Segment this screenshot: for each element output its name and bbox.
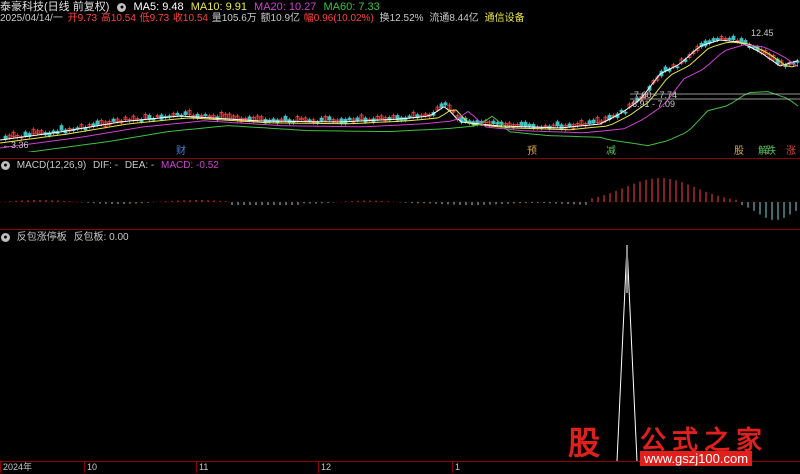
watermark-logo: 股 bbox=[568, 424, 601, 462]
event-marker-reduce[interactable]: 减 bbox=[605, 146, 617, 157]
event-marker-fall[interactable]: 跌 bbox=[765, 146, 777, 157]
candle-body bbox=[307, 119, 312, 122]
candle-body bbox=[363, 117, 368, 123]
candle-body bbox=[675, 66, 680, 69]
moving-average-line bbox=[0, 41, 799, 144]
candle-body bbox=[711, 38, 716, 42]
candle-body bbox=[95, 120, 100, 126]
candle-body bbox=[203, 114, 208, 117]
macd-chart[interactable] bbox=[0, 172, 800, 228]
event-marker-label: 股 bbox=[734, 146, 744, 157]
watermark: 股 公式之家 www.gszj100.com bbox=[560, 418, 798, 470]
macd-dif: DIF: - bbox=[93, 160, 119, 171]
candle-body bbox=[491, 120, 496, 124]
date-label: 2025/04/14/一 bbox=[0, 13, 63, 24]
candle-body bbox=[23, 131, 28, 137]
candle-body bbox=[319, 117, 324, 122]
panel-divider bbox=[0, 229, 800, 230]
candle-body bbox=[407, 115, 412, 118]
candle-body bbox=[443, 102, 448, 106]
candle-body bbox=[531, 124, 536, 129]
settings-circle-icon[interactable]: ● bbox=[1, 160, 10, 170]
axis-label: 11 bbox=[196, 462, 208, 473]
candle-body bbox=[587, 120, 592, 124]
low-label: 低9.73 bbox=[139, 13, 170, 24]
axis-label: 1 bbox=[452, 462, 460, 473]
candle-body bbox=[183, 111, 188, 116]
event-marker-forecast[interactable]: 预 bbox=[526, 146, 538, 157]
settings-circle-icon[interactable]: ● bbox=[1, 232, 10, 242]
macd-dea: DEA: - bbox=[124, 160, 155, 171]
indicator-title: 反包涨停板 bbox=[16, 232, 67, 243]
candle-body bbox=[519, 121, 524, 127]
industry-label: 通信设备 bbox=[484, 13, 525, 24]
event-marker-shares[interactable]: 股 bbox=[733, 146, 745, 157]
candlestick-chart[interactable] bbox=[0, 26, 800, 152]
turnover-label: 换12.52% bbox=[379, 13, 424, 24]
event-marker-label: 跌 bbox=[766, 146, 776, 157]
candle-body bbox=[347, 117, 352, 121]
change-label: 幅0.96(10.02%) bbox=[303, 13, 374, 24]
indicator-value: 反包板: 0.00 bbox=[73, 232, 129, 243]
high-price-annotation: 12.45 bbox=[751, 28, 774, 38]
candle-body bbox=[327, 116, 332, 121]
macd-value: MACD: -0.52 bbox=[161, 160, 219, 171]
amount-label: 额10.9亿 bbox=[260, 13, 301, 24]
event-marker-rise[interactable]: 涨 bbox=[785, 146, 797, 157]
candle-body bbox=[355, 117, 360, 121]
candle-body bbox=[439, 103, 444, 108]
candle-body bbox=[495, 122, 500, 125]
low-price-value: 3.36 bbox=[11, 140, 29, 150]
event-marker-label: 涨 bbox=[786, 146, 796, 157]
candle-body bbox=[339, 118, 344, 124]
axis-label: 10 bbox=[84, 462, 97, 473]
candle-body bbox=[591, 119, 596, 124]
low-price-annotation: ←3.36 bbox=[2, 140, 29, 150]
event-marker-finance[interactable]: 财 bbox=[175, 146, 187, 157]
candle-body bbox=[175, 112, 180, 116]
range-annotation-2: 6.91 - 7.09 bbox=[632, 99, 676, 109]
watermark-url: www.gszj100.com bbox=[640, 451, 753, 466]
candle-body bbox=[159, 114, 164, 120]
close-label: 收10.54 bbox=[172, 13, 208, 24]
candle-body bbox=[567, 123, 572, 127]
candle-body bbox=[663, 66, 668, 72]
event-marker-label: 预 bbox=[527, 146, 537, 157]
candle-body bbox=[283, 115, 288, 121]
event-marker-label: 财 bbox=[176, 146, 186, 157]
settings-circle-icon[interactable]: ● bbox=[117, 2, 127, 12]
high-label: 高10.54 bbox=[100, 13, 136, 24]
candle-body bbox=[523, 121, 528, 128]
candle-body bbox=[623, 111, 628, 114]
candle-body bbox=[727, 37, 732, 40]
open-label: 开9.73 bbox=[67, 13, 98, 24]
macd-header: ● MACD(12,26,9) DIF: - DEA: - MACD: -0.5… bbox=[0, 159, 223, 173]
candle-body bbox=[703, 40, 708, 47]
moving-average-line bbox=[0, 44, 799, 149]
candle-body bbox=[111, 118, 116, 122]
candle-body bbox=[731, 35, 736, 40]
candle-body bbox=[555, 121, 560, 127]
float-label: 流通8.44亿 bbox=[429, 13, 479, 24]
volume-label: 量105.6万 bbox=[211, 13, 257, 24]
event-marker-label: 减 bbox=[606, 146, 616, 157]
axis-label: 2024年 bbox=[0, 462, 32, 473]
macd-title: MACD(12,26,9) bbox=[16, 160, 87, 171]
axis-label: 12 bbox=[318, 462, 331, 473]
candle-body bbox=[59, 125, 64, 131]
quote-header: 2025/04/14/一 开9.73 高10.54 低9.73 收10.54 量… bbox=[0, 12, 529, 26]
